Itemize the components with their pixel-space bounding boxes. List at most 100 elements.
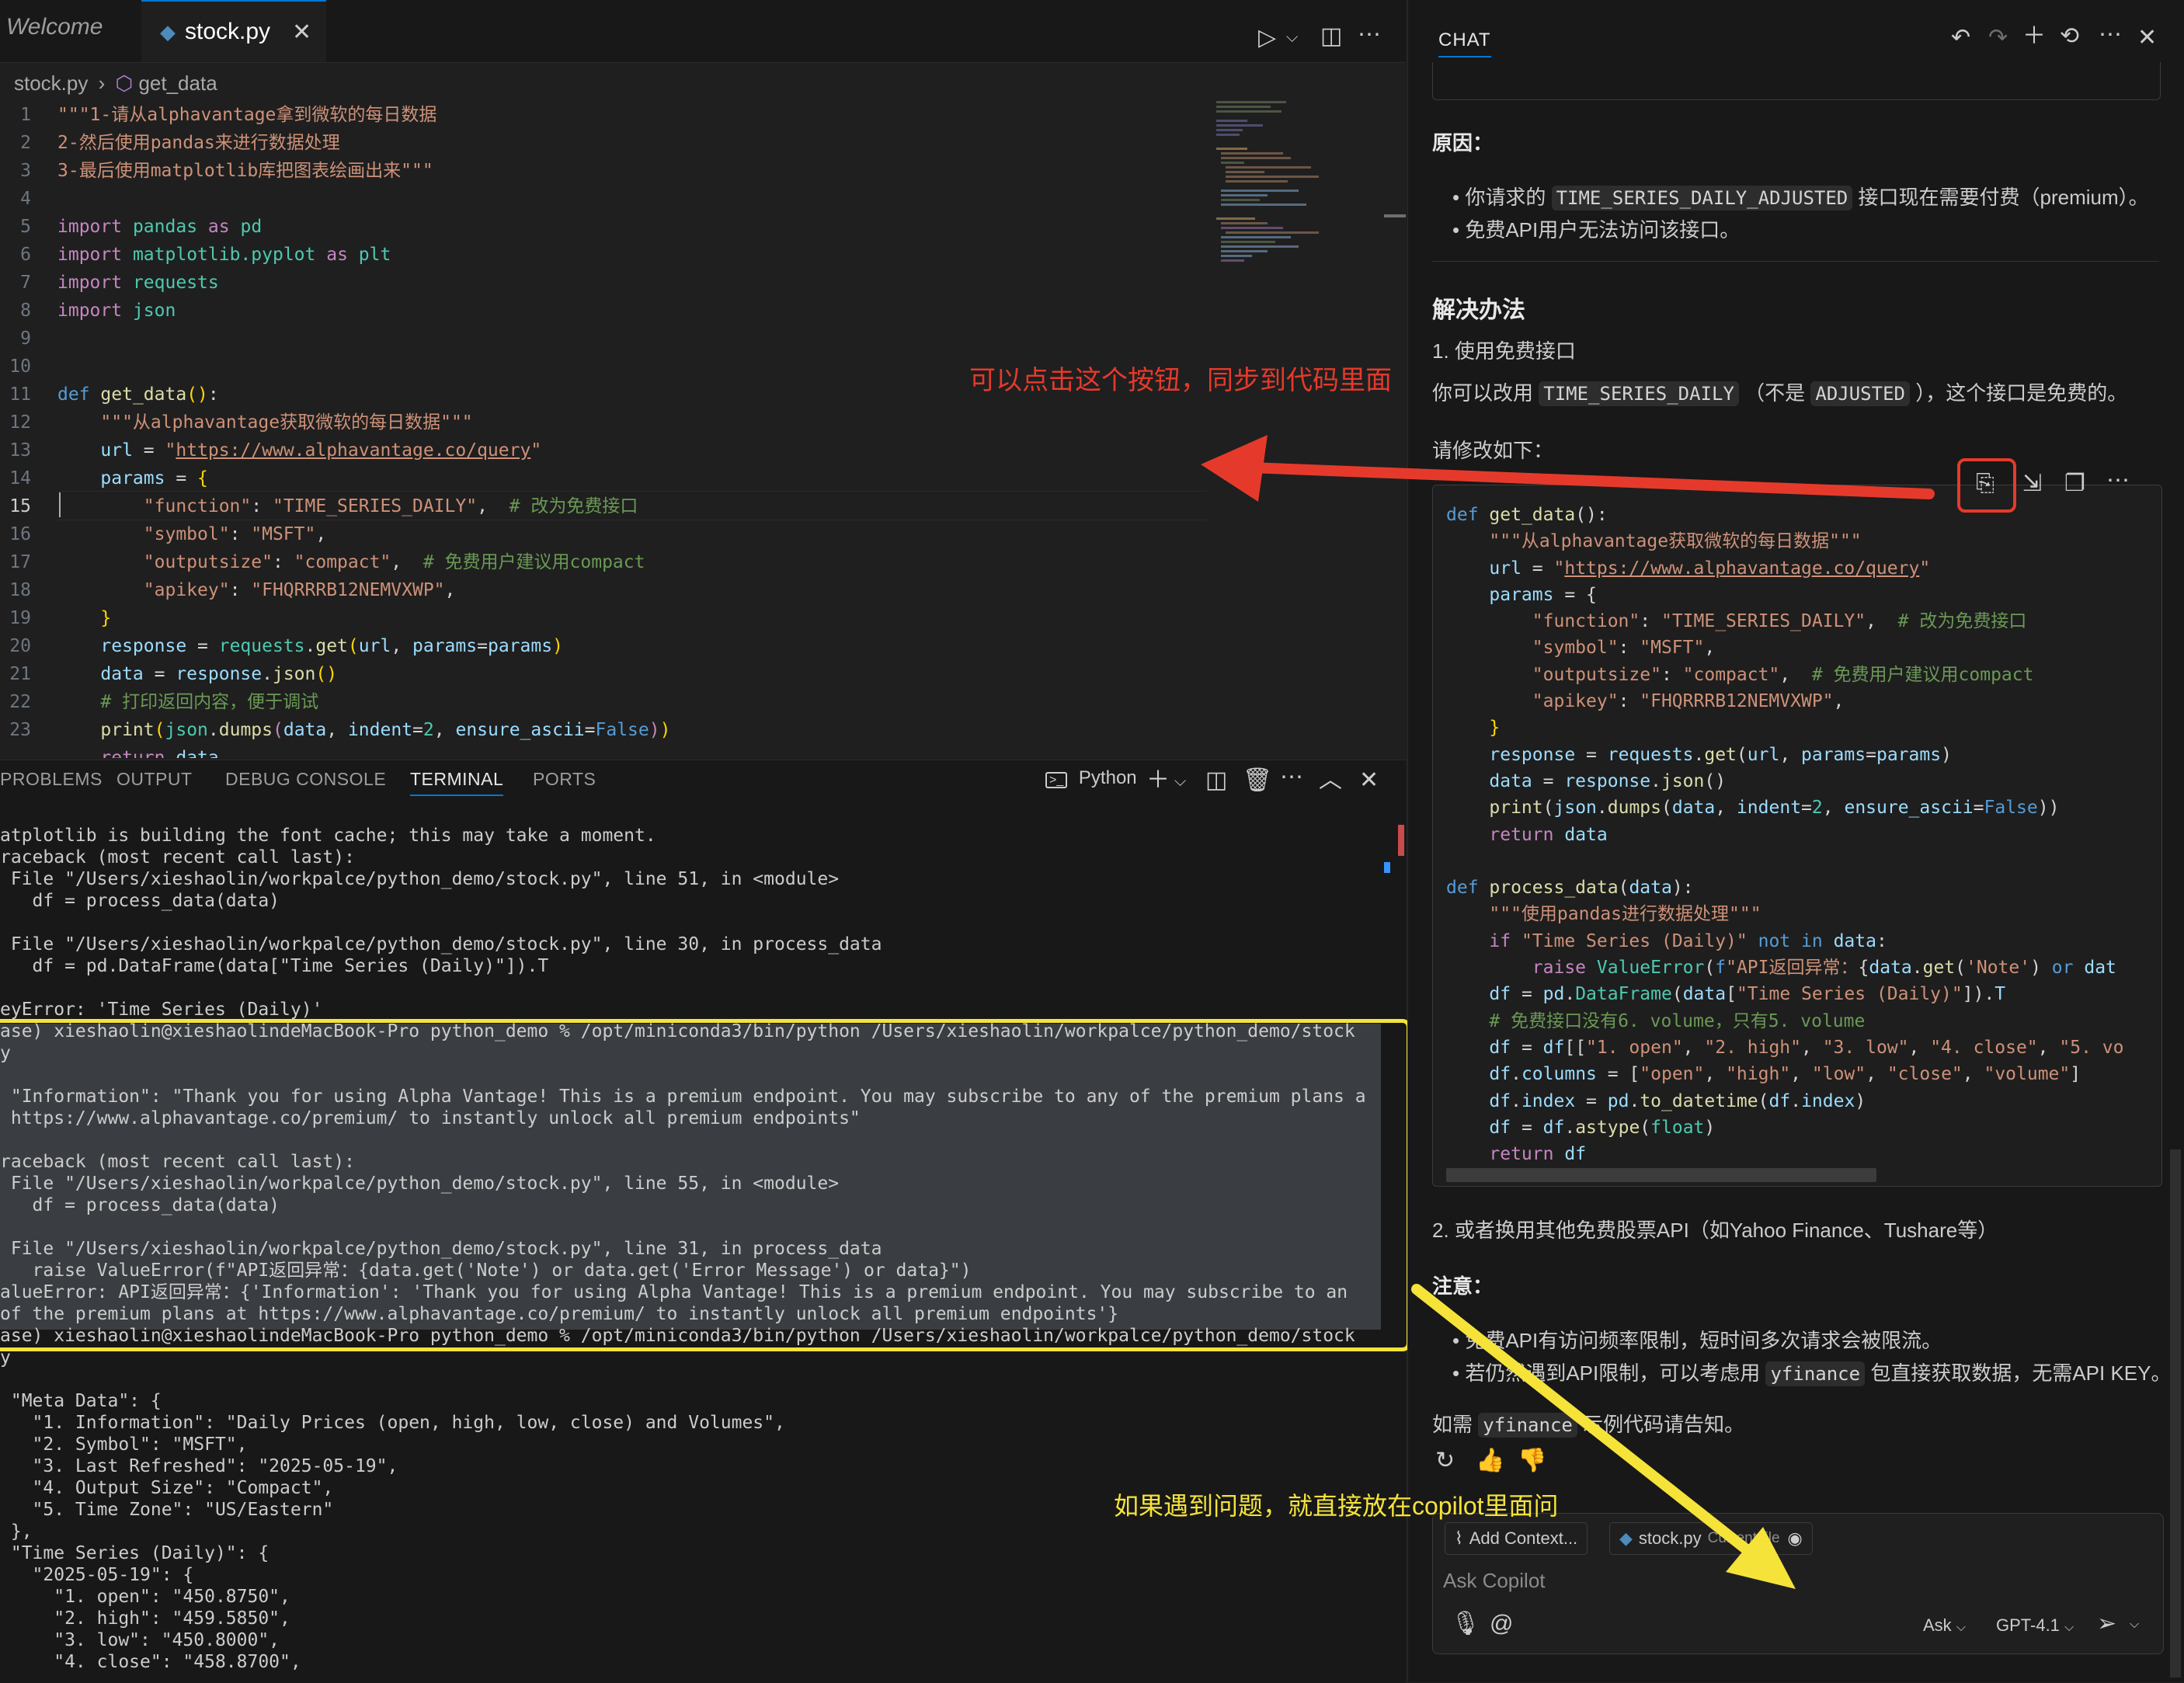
maximize-panel-icon[interactable]: ︿: [1319, 769, 1342, 792]
eye-icon[interactable]: ◉: [1788, 1528, 1803, 1549]
step-2: 2. 或者换用其他免费股票API（如Yahoo Finance、Tushare等…: [1432, 1219, 1998, 1242]
cube-icon: ⬡: [115, 71, 134, 95]
terminal-line: "2. high": "459.5850",: [0, 1608, 290, 1629]
tab-problems[interactable]: PROBLEMS: [0, 769, 103, 790]
split-editor-icon[interactable]: ◫: [1320, 25, 1342, 48]
add-terminal-icon[interactable]: ＋: [1146, 769, 1170, 792]
terminal-line: File "/Users/xieshaolin/workpalce/python…: [0, 934, 882, 955]
run-icon[interactable]: ▷: [1258, 26, 1276, 50]
breadcrumb: stock.py › ⬡ get_data: [14, 71, 217, 96]
close-panel-icon[interactable]: ✕: [1359, 769, 1379, 792]
insert-at-cursor-icon[interactable]: ⇲: [2022, 472, 2042, 496]
copy-icon[interactable]: ❐: [2064, 472, 2085, 496]
tab-ports[interactable]: PORTS: [533, 769, 596, 790]
redo-icon[interactable]: ↷: [1988, 26, 2008, 50]
mention-icon[interactable]: @: [1490, 1612, 1513, 1636]
closing-line: 如需 yfinance 示例代码请告知。: [1432, 1413, 1745, 1438]
chevron-down-icon[interactable]: ⌵: [1174, 774, 1186, 789]
chat-title[interactable]: CHAT: [1438, 30, 1491, 57]
terminal-scroll-marker-blue: [1384, 862, 1390, 873]
terminal-line: File "/Users/xieshaolin/workpalce/python…: [0, 869, 840, 889]
terminal-line: "Meta Data": {: [0, 1391, 162, 1411]
thumbs-down-icon[interactable]: 👎: [1518, 1449, 1546, 1473]
microphone-icon[interactable]: 🎙: [1451, 1612, 1480, 1636]
breadcrumb-file[interactable]: stock.py: [14, 71, 88, 95]
tab-output[interactable]: OUTPUT: [117, 769, 193, 790]
reason-item-1: • 你请求的 TIME_SERIES_DAILY_ADJUSTED 接口现在需要…: [1452, 186, 2149, 210]
chevron-down-icon[interactable]: ⌵: [1286, 30, 1298, 45]
chat-input[interactable]: Ask Copilot: [1443, 1569, 1546, 1593]
more-icon[interactable]: ⋯: [2106, 469, 2130, 492]
chat-scrollbar[interactable]: [2170, 1149, 2181, 1678]
terminal-line: atplotlib is building the font cache; th…: [0, 826, 656, 846]
modify-label: 请修改如下：: [1432, 439, 1554, 462]
reason-heading: 原因：: [1432, 131, 1494, 155]
yellow-highlight-box: [0, 1019, 1410, 1351]
divider: [1432, 261, 2159, 262]
python-file-icon: ◆: [160, 19, 176, 43]
thumbs-up-icon[interactable]: 👍: [1476, 1449, 1504, 1473]
more-icon[interactable]: ⋯: [2099, 23, 2122, 47]
model-selector[interactable]: GPT-4.1 ⌵: [1996, 1615, 2074, 1636]
solution-heading: 解决办法: [1432, 297, 1525, 323]
terminal-line: raceback (most recent call last):: [0, 847, 355, 868]
reason-item-2: • 免费API用户无法访问该接口。: [1452, 218, 1741, 242]
model-label: GPT-4.1: [1996, 1615, 2060, 1635]
terminal-line: },: [0, 1521, 33, 1542]
mode-label: Ask: [1923, 1615, 1952, 1635]
terminal-line: "2. Symbol": "MSFT",: [0, 1434, 248, 1455]
code-editor[interactable]: """1-请从alphavantage拿到微软的每日数据 2-然后使用panda…: [57, 101, 1207, 758]
minimap-svg: [1216, 101, 1319, 262]
chevron-down-icon[interactable]: ⌵: [2130, 1619, 2139, 1631]
send-icon[interactable]: ➢: [2097, 1612, 2116, 1636]
minimap[interactable]: [1216, 101, 1387, 272]
code-block-scrollbar[interactable]: [1446, 1168, 1876, 1182]
terminal-line: df = process_data(data): [0, 891, 280, 911]
breadcrumb-symbol[interactable]: get_data: [138, 71, 217, 95]
undo-icon[interactable]: ↶: [1951, 26, 1970, 50]
tab-welcome[interactable]: Welcome: [6, 0, 138, 54]
previous-code-block: [1432, 62, 2161, 100]
step-1: 1. 使用免费接口: [1432, 339, 1576, 363]
more-icon[interactable]: ⋯: [1358, 23, 1381, 47]
context-file-chip[interactable]: ◆ stock.py Current file ◉: [1609, 1522, 1813, 1555]
terminal-line: "1. Information": "Daily Prices (open, h…: [0, 1413, 785, 1433]
add-context-button[interactable]: ⌇ Add Context...: [1445, 1522, 1588, 1555]
terminal-line: "4. close": "458.8700",: [0, 1652, 301, 1672]
python-file-icon: ◆: [1619, 1528, 1633, 1548]
split-terminal-icon[interactable]: ◫: [1205, 769, 1227, 792]
terminal-icon: >_: [1045, 772, 1068, 788]
note-item-2: • 若仍然遇到API限制，可以考虑用 yfinance 包直接获取数据，无需AP…: [1452, 1361, 2172, 1386]
new-chat-icon[interactable]: ＋: [2022, 25, 2046, 48]
retry-icon[interactable]: ↻: [1435, 1449, 1455, 1473]
editor-scroll-indicator[interactable]: [1384, 214, 1406, 217]
terminal-shell-label: Python: [1078, 767, 1137, 788]
context-file-tag: Current file: [1707, 1530, 1780, 1546]
more-icon[interactable]: ⋯: [1280, 766, 1303, 789]
chevron-down-icon: ⌵: [1956, 1621, 1966, 1634]
note-item-1: • 免费API有访问频率限制，短时间多次请求会被限流。: [1452, 1329, 1942, 1352]
step-1-desc: 你可以改用 TIME_SERIES_DAILY （不是 ADJUSTED ），这…: [1432, 381, 2128, 406]
terminal-line: "1. open": "450.8750",: [0, 1587, 290, 1607]
terminal-line: df = pd.DataFrame(data["Time Series (Dai…: [0, 956, 549, 976]
tab-stock-py-label: stock.py: [185, 19, 271, 44]
sync-hint-text: 可以点击这个按钮，同步到代码里面: [969, 366, 1392, 395]
close-icon[interactable]: ✕: [2137, 26, 2157, 50]
add-context-label: Add Context...: [1469, 1528, 1578, 1548]
history-icon[interactable]: ⟲: [2060, 25, 2079, 48]
terminal-line: eyError: 'Time Series (Daily)': [0, 1000, 323, 1020]
tab-terminal[interactable]: TERMINAL: [410, 769, 504, 796]
chevron-right-icon: ›: [98, 71, 106, 95]
close-icon[interactable]: ✕: [292, 19, 311, 46]
terminal-line: "2025-05-19": {: [0, 1565, 194, 1585]
terminal-shell-selector[interactable]: >_ Python: [1045, 767, 1137, 789]
chat-code: def get_data(): """从alphavantage获取微软的每日数…: [1446, 505, 2124, 1165]
trash-icon[interactable]: 🗑: [1243, 769, 1272, 792]
note-heading: 注意：: [1432, 1274, 1494, 1298]
tab-stock-py[interactable]: ◆ stock.py ✕: [141, 0, 326, 62]
mode-selector[interactable]: Ask ⌵: [1923, 1615, 1966, 1636]
tab-debug-console[interactable]: DEBUG CONSOLE: [225, 769, 386, 790]
